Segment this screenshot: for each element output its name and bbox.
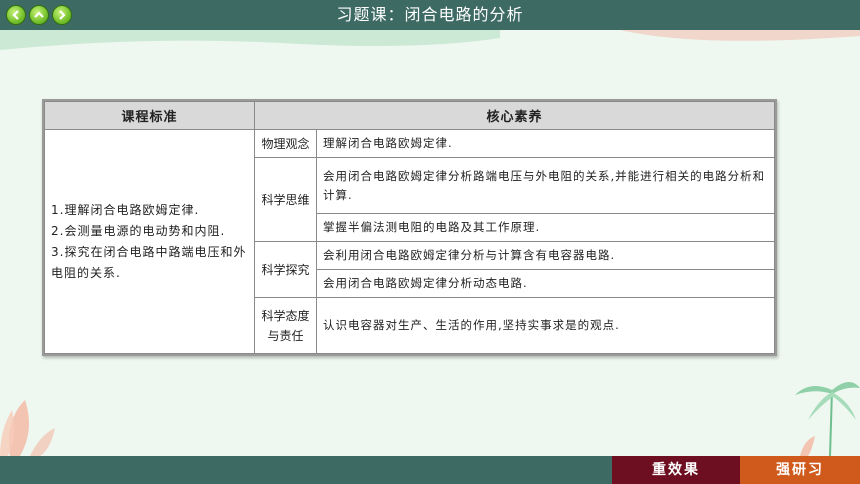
standard-item: 1.理解闭合电路欧姆定律.	[51, 202, 200, 217]
review-button[interactable]: 重效果	[612, 456, 740, 484]
standard-item: 3.探究在闭合电路中路端电压和外电阻的关系.	[51, 244, 247, 280]
category-cell: 科学探究	[254, 241, 317, 298]
category-cell: 科学思维	[254, 157, 317, 242]
category-cell: 科学态度与责任	[254, 297, 317, 354]
page-title: 习题课：闭合电路的分析	[336, 5, 524, 24]
literacy-text: 会用闭合电路欧姆定律分析动态电路.	[316, 269, 775, 298]
header-standard: 课程标准	[44, 101, 255, 130]
literacy-text: 会利用闭合电路欧姆定律分析与计算含有电容器电路.	[316, 241, 775, 270]
palm-decoration-right	[795, 381, 860, 456]
curriculum-table: 课程标准 核心素养 1.理解闭合电路欧姆定律. 2.会测量电源的电动势和内阻. …	[42, 99, 777, 356]
literacy-text: 掌握半偏法测电阻的电路及其工作原理.	[316, 213, 775, 242]
literacy-text: 理解闭合电路欧姆定律.	[316, 129, 775, 158]
header-literacy: 核心素养	[254, 101, 775, 130]
practice-button[interactable]: 强研习	[740, 456, 860, 484]
standards-cell: 1.理解闭合电路欧姆定律. 2.会测量电源的电动势和内阻. 3.探究在闭合电路中…	[44, 129, 255, 354]
top-decoration	[0, 30, 860, 50]
leaf-decoration-left	[0, 400, 55, 456]
literacy-text: 会用闭合电路欧姆定律分析路端电压与外电阻的关系,并能进行相关的电路分析和计算.	[316, 157, 775, 214]
standard-item: 2.会测量电源的电动势和内阻.	[51, 223, 226, 238]
literacy-text: 认识电容器对生产、生活的作用,坚持实事求是的观点.	[316, 297, 775, 354]
category-cell: 物理观念	[254, 129, 317, 158]
